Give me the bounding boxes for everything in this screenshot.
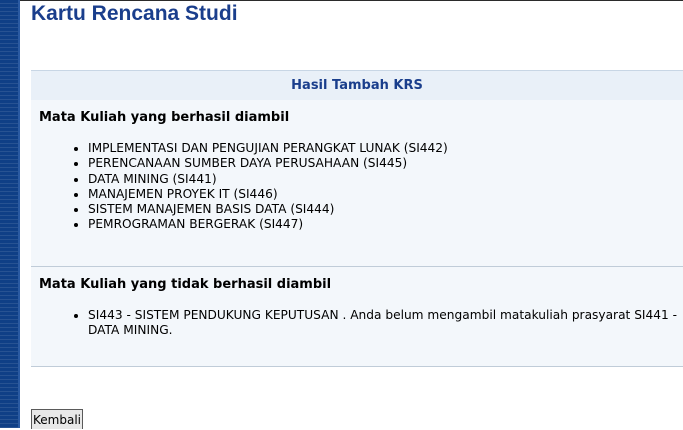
success-section: Mata Kuliah yang berhasil diambil IMPLEM… <box>31 100 683 267</box>
list-item: DATA MINING (SI441) <box>71 172 448 187</box>
top-divider <box>20 0 683 1</box>
list-item: PEMROGRAMAN BERGERAK (SI447) <box>71 217 448 232</box>
panel-header-title: Hasil Tambah KRS <box>291 78 423 93</box>
side-strip <box>0 0 20 428</box>
panel-header: Hasil Tambah KRS <box>31 70 683 101</box>
list-item: SI443 - SISTEM PENDUKUNG KEPUTUSAN . And… <box>71 308 679 339</box>
success-heading: Mata Kuliah yang berhasil diambil <box>39 110 290 125</box>
list-item: IMPLEMENTASI DAN PENGUJIAN PERANGKAT LUN… <box>71 141 448 156</box>
failed-heading: Mata Kuliah yang tidak berhasil diambil <box>39 277 332 292</box>
krs-result-panel: Hasil Tambah KRS Mata Kuliah yang berhas… <box>31 70 683 367</box>
back-button[interactable]: Kembali <box>31 409 83 429</box>
list-item: PERENCANAAN SUMBER DAYA PERUSAHAAN (SI44… <box>71 156 448 171</box>
success-course-list: IMPLEMENTASI DAN PENGUJIAN PERANGKAT LUN… <box>71 141 448 233</box>
list-item: MANAJEMEN PROYEK IT (SI446) <box>71 187 448 202</box>
page-title: Kartu Rencana Studi <box>31 2 238 25</box>
failed-section: Mata Kuliah yang tidak berhasil diambil … <box>31 267 683 367</box>
list-item: SISTEM MANAJEMEN BASIS DATA (SI444) <box>71 202 448 217</box>
failed-course-list: SI443 - SISTEM PENDUKUNG KEPUTUSAN . And… <box>71 308 679 339</box>
